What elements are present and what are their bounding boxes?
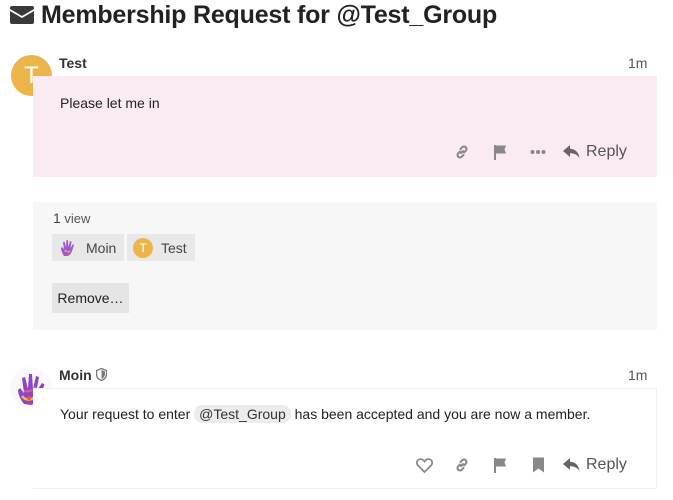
reply-icon [563,458,580,471]
flag-button[interactable] [481,450,519,480]
group-mention-link[interactable]: @Test_Group [194,405,291,423]
flag-icon [494,145,506,160]
post-username: Moin [59,367,107,383]
viewer-chip-test[interactable]: T Test [127,234,195,261]
copy-link-button[interactable] [443,450,481,480]
bookmark-icon [532,457,544,473]
post-date[interactable]: 1m [628,55,647,71]
post-actions: Reply [443,137,633,167]
reply-label: Reply [586,456,627,473]
post-username-text[interactable]: Moin [59,367,92,383]
post-text: Please let me in [60,95,160,111]
like-button[interactable] [405,450,443,480]
bookmark-button[interactable] [519,450,557,480]
views-number: 1 [53,210,61,226]
remove-button[interactable]: Remove… [52,283,129,313]
views-count: 1 view [53,210,90,226]
flag-icon [494,458,506,473]
link-icon [456,458,468,472]
post-date[interactable]: 1m [628,367,647,383]
post-text-before: Your request to enter [60,406,191,422]
link-icon [456,145,468,159]
post-text-after: has been accepted and you are now a memb… [294,406,591,422]
shield-icon [95,368,107,381]
viewer-chip-moin[interactable]: Moin [52,234,125,261]
reply-icon [563,145,580,158]
copy-link-button[interactable] [443,137,481,167]
heart-icon [415,457,433,473]
reply-label: Reply [586,143,627,160]
viewer-avatar: T [133,237,153,258]
viewer-name: Test [161,239,187,256]
reply-button[interactable]: Reply [557,450,633,480]
post-username[interactable]: Test [59,55,87,71]
envelope-icon [10,6,34,24]
topic-title-bar: Membership Request for @Test_Group [10,0,497,30]
topic-title[interactable]: Membership Request for @Test_Group [41,1,497,30]
post-text: Your request to enter @Test_Group has be… [60,405,591,423]
flag-button[interactable] [481,137,519,167]
post-actions: Reply [405,450,633,480]
hand-avatar [61,239,74,256]
reply-button[interactable]: Reply [557,137,633,167]
views-label: view [64,211,91,226]
viewer-name: Moin [86,239,117,256]
more-icon [530,150,546,154]
more-button[interactable] [519,137,557,167]
